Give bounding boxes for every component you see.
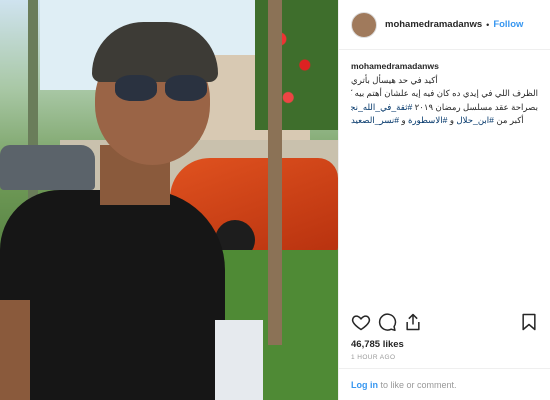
caption-joiner: و: [399, 115, 409, 125]
like-count[interactable]: 46,785 likes: [351, 339, 404, 350]
post-timestamp[interactable]: 1 HOUR AGO: [351, 354, 395, 361]
caption-line-4-prefix: أكبر من: [496, 115, 524, 125]
post-sidebar: mohamedramadanws • Follow mohamedramadan…: [338, 0, 550, 400]
caption-line-4: أكبر من #ابن_حلال و #الاسطورة و #نسر_الص…: [351, 114, 538, 128]
photo-grey-car: [0, 145, 95, 190]
hashtag-link[interactable]: #الاسطورة: [408, 115, 447, 125]
header-username[interactable]: mohamedramadanws: [385, 19, 482, 30]
header-separator: •: [486, 19, 490, 30]
divider: [339, 368, 550, 369]
comment-icon[interactable]: [377, 312, 397, 332]
caption-username[interactable]: mohamedramadanws: [351, 60, 538, 74]
post-photo[interactable]: [0, 0, 338, 400]
post-header: mohamedramadanws • Follow: [339, 0, 550, 50]
caption-line-2: الظرف اللي في إيدي ده كان فيه إيه علشان …: [351, 88, 538, 98]
photo-envelope: [215, 320, 263, 400]
avatar[interactable]: [351, 11, 377, 38]
photo-sunglasses: [115, 75, 210, 101]
hashtag-link[interactable]: #نسر_الصعيد: [351, 115, 399, 125]
caption: mohamedramadanws أكيد في حد هيسأل بأتري …: [339, 50, 550, 128]
caption-line-3: بصراحة عقد مسلسل رمضان ٢٠١٩ #ثقة_في_الله…: [351, 101, 538, 115]
caption-line-1: أكيد في حد هيسأل بأتري: [351, 74, 438, 85]
action-bar: [339, 312, 550, 334]
photo-person-shirt: [0, 190, 225, 400]
login-prompt: Log in to like or comment.: [351, 380, 457, 390]
hashtag-link[interactable]: #ابن_حلال: [456, 115, 494, 125]
heart-icon[interactable]: [351, 312, 371, 332]
bookmark-icon[interactable]: [519, 312, 539, 332]
hashtag-link[interactable]: #ثقة_في_الله_نجاح: [351, 102, 412, 112]
login-link[interactable]: Log in: [351, 380, 378, 390]
login-prompt-text: to like or comment.: [378, 380, 457, 390]
follow-button[interactable]: Follow: [493, 19, 523, 30]
instagram-post: mohamedramadanws • Follow mohamedramadan…: [0, 0, 550, 400]
photo-arm: [0, 300, 30, 400]
caption-line-3-text: بصراحة عقد مسلسل رمضان ٢٠١٩: [414, 101, 538, 112]
photo-tree-trunk: [268, 0, 282, 345]
share-icon[interactable]: [403, 312, 423, 332]
